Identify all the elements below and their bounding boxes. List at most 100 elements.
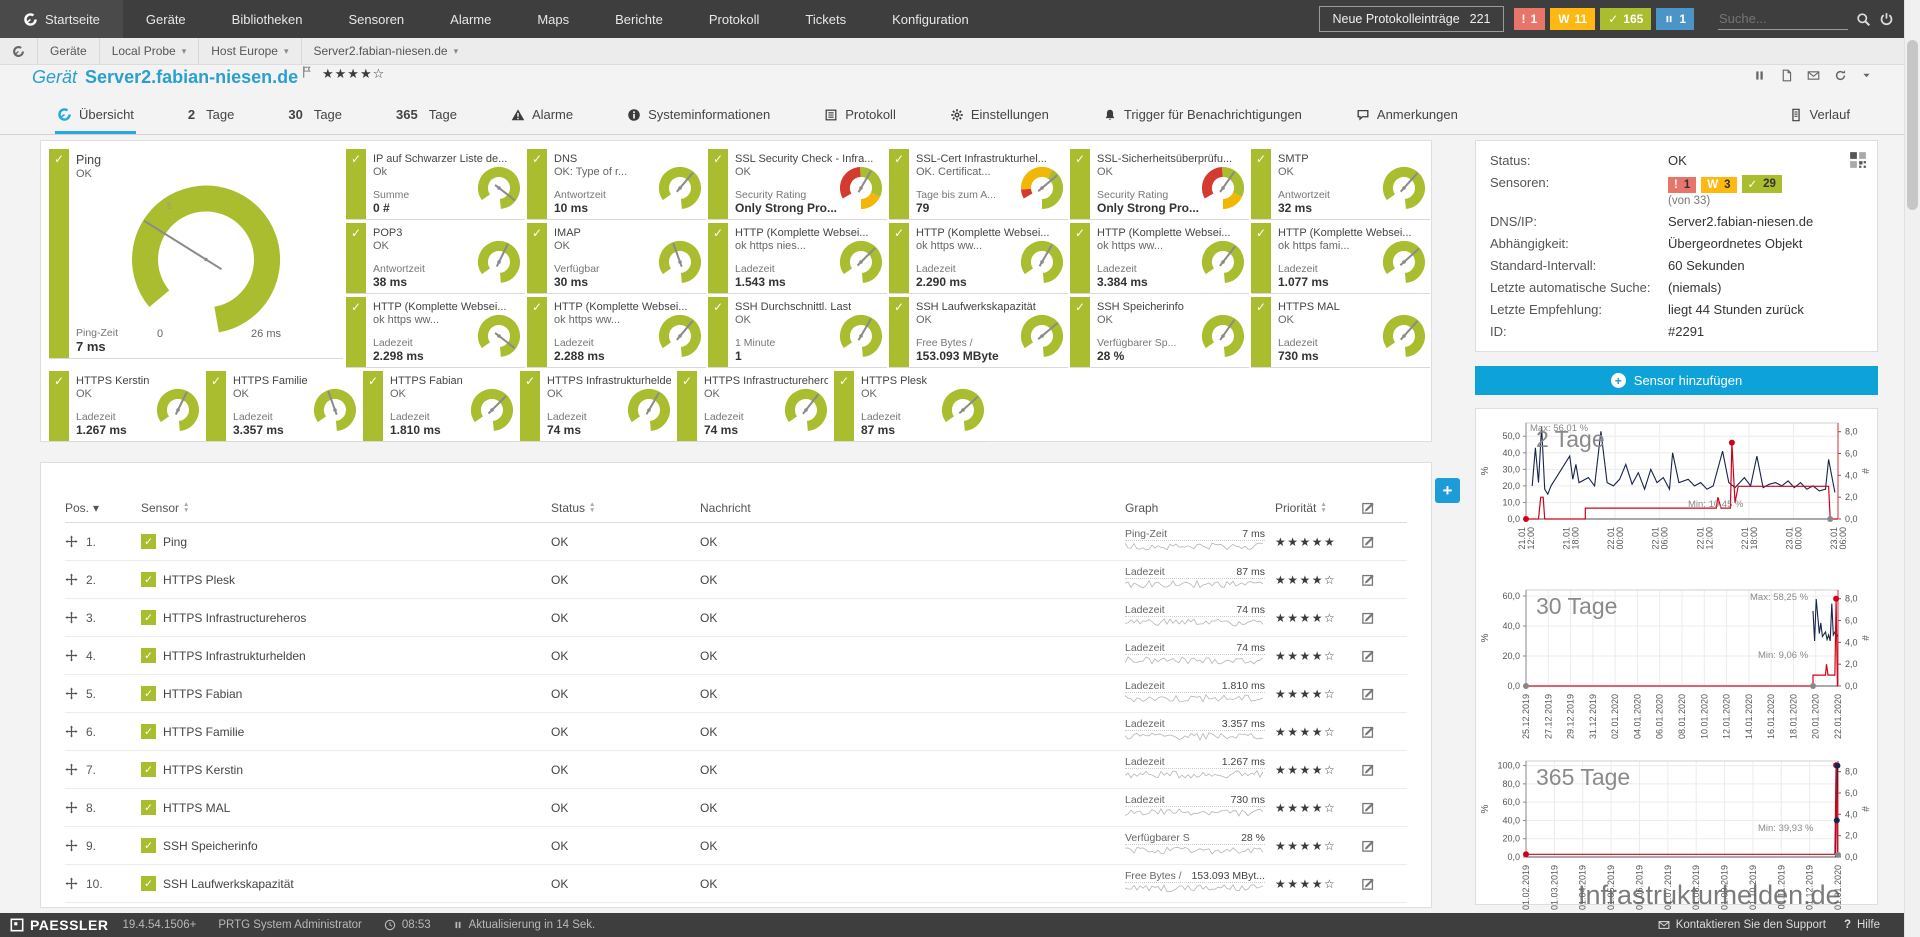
drag-handle-icon[interactable] — [65, 649, 78, 662]
sensor-tile-http-komplette-websei-[interactable]: ✓HTTP (Komplette Websei...ok https nies.… — [708, 223, 887, 294]
tab-protokoll[interactable]: Protokoll — [822, 98, 898, 134]
sensor-tile-ssh-laufwerkskapazit-t[interactable]: ✓SSH LaufwerkskapazitätOKFree Bytes /153… — [889, 297, 1068, 368]
sensor-name-cell[interactable]: ✓SSH Laufwerkskapazität — [141, 876, 551, 891]
sensor-name-cell[interactable]: ✓HTTPS Infrastrukturhelden — [141, 648, 551, 663]
sensor-tile-https-infrastrukturhelden[interactable]: ✓HTTPS InfrastrukturheldenOKLadezeit74 m… — [520, 371, 675, 442]
edit-row-button[interactable] — [1361, 572, 1407, 587]
nav-item-startseite[interactable]: Startseite — [0, 0, 123, 38]
table-row-https-familie[interactable]: 6.✓HTTPS FamilieOKOKLadezeit3.357 ms★★★★… — [65, 713, 1407, 751]
breadcrumb-item-1[interactable]: Local Probe▾ — [99, 38, 199, 64]
device-priority-stars[interactable]: ★★★★☆ — [322, 66, 385, 82]
sensor-name-cell[interactable]: ✓Ping — [141, 534, 551, 549]
sensor-count-badge[interactable]: W3 — [1701, 177, 1736, 193]
sensor-tile-https-mal[interactable]: ✓HTTPS MALOKLadezeit730 ms — [1251, 297, 1430, 368]
drag-handle-icon[interactable] — [65, 801, 78, 814]
status-badge-error[interactable]: !1 — [1514, 8, 1546, 30]
contact-support-link[interactable]: Kontaktieren Sie den Support — [1658, 919, 1826, 931]
sensor-tile-https-infrastructureheros[interactable]: ✓HTTPS InfrastructureherosOKLadezeit74 m… — [677, 371, 832, 442]
breadcrumb-item-2[interactable]: Host Europe▾ — [198, 38, 300, 64]
sensor-tile-ssl-cert-infrastrukturhel-[interactable]: ✓SSL-Cert Infrastrukturhel...OK. Certifi… — [889, 149, 1068, 220]
pause-refresh-icon[interactable] — [453, 920, 463, 930]
sensor-tile-ping[interactable]: ✓PingOK5026 msPing-Zeit7 ms — [49, 149, 343, 359]
tab-tage[interactable]: 365Tage — [394, 98, 459, 134]
sensor-tile-ip-auf-schwarzer-liste-de-[interactable]: ✓IP auf Schwarzer Liste de...OkSumme0 # — [346, 149, 525, 220]
tab-systeminformationen[interactable]: Systeminformationen — [625, 98, 772, 134]
table-row-ssh-speicherinfo[interactable]: 9.✓SSH SpeicherinfoOKOKVerfügbarer S28 %… — [65, 827, 1407, 865]
sensor-name-cell[interactable]: ✓HTTPS Familie — [141, 724, 551, 739]
refresh-icon[interactable] — [1834, 69, 1847, 82]
sensor-tile-http-komplette-websei-[interactable]: ✓HTTP (Komplette Websei...ok https ww...… — [889, 223, 1068, 294]
drag-handle-icon[interactable] — [65, 611, 78, 624]
page-scrollbar[interactable] — [1904, 0, 1920, 937]
mini-graph-30-tage[interactable]: 60,040,020,00,08,06,04,02,00,025.12.2019… — [1480, 582, 1873, 753]
col-status[interactable]: Status▲▼ — [551, 501, 700, 515]
sensor-tile-imap[interactable]: ✓IMAPOKVerfügbar30 ms — [527, 223, 706, 294]
edit-row-button[interactable] — [1361, 648, 1407, 663]
status-badge-warning[interactable]: W11 — [1550, 8, 1595, 30]
nav-item-alarme[interactable]: Alarme — [427, 0, 514, 38]
sensor-tile-http-komplette-websei-[interactable]: ✓HTTP (Komplette Websei...ok https ww...… — [1070, 223, 1249, 294]
sensor-tile-https-fabian[interactable]: ✓HTTPS FabianOKLadezeit1.810 ms — [363, 371, 518, 442]
table-row-https-kerstin[interactable]: 7.✓HTTPS KerstinOKOKLadezeit1.267 ms★★★★… — [65, 751, 1407, 789]
flag-icon[interactable] — [300, 65, 314, 79]
sensor-count-badge[interactable]: ✓29 — [1742, 175, 1782, 193]
breadcrumb-item-3[interactable]: Server2.fabian-niesen.de▾ — [301, 38, 471, 64]
add-sensor-button[interactable]: + Sensor hinzufügen — [1475, 366, 1878, 395]
drag-handle-icon[interactable] — [65, 763, 78, 776]
edit-row-button[interactable] — [1361, 724, 1407, 739]
search-input[interactable] — [1718, 8, 1848, 30]
sensor-tile-http-komplette-websei-[interactable]: ✓HTTP (Komplette Websei...ok https fami.… — [1251, 223, 1430, 294]
drag-handle-icon[interactable] — [65, 573, 78, 586]
drag-handle-icon[interactable] — [65, 725, 78, 738]
nav-item-protokoll[interactable]: Protokoll — [686, 0, 783, 38]
col-graph[interactable]: Graph — [1125, 501, 1275, 515]
sensor-tile-smtp[interactable]: ✓SMTPOKAntwortzeit32 ms — [1251, 149, 1430, 220]
col-priority[interactable]: Priorität▲▼ — [1275, 501, 1361, 515]
tab-einstellungen[interactable]: Einstellungen — [948, 98, 1051, 134]
nav-item-tickets[interactable]: Tickets — [782, 0, 869, 38]
tab-alarme[interactable]: Alarme — [509, 98, 575, 134]
table-row-https-fabian[interactable]: 5.✓HTTPS FabianOKOKLadezeit1.810 ms★★★★☆ — [65, 675, 1407, 713]
sensor-tile-http-komplette-websei-[interactable]: ✓HTTP (Komplette Websei...ok https ww...… — [346, 297, 525, 368]
edit-row-button[interactable] — [1361, 762, 1407, 777]
edit-row-button[interactable] — [1361, 610, 1407, 625]
col-sensor[interactable]: Sensor▲▼ — [141, 501, 551, 515]
nav-item-sensoren[interactable]: Sensoren — [326, 0, 428, 38]
sensor-tile-https-kerstin[interactable]: ✓HTTPS KerstinOKLadezeit1.267 ms — [49, 371, 204, 442]
edit-row-button[interactable] — [1361, 686, 1407, 701]
nav-item-maps[interactable]: Maps — [514, 0, 592, 38]
edit-row-button[interactable] — [1361, 838, 1407, 853]
new-log-entries-button[interactable]: Neue Protokolleinträge 221 — [1319, 6, 1503, 32]
help-link[interactable]: ? Hilfe — [1844, 919, 1880, 931]
sensor-tile-ssh-durchschnittl-last[interactable]: ✓SSH Durchschnittl. LastOK1 Minute1 — [708, 297, 887, 368]
home-icon[interactable] — [0, 45, 37, 58]
scrollbar-thumb[interactable] — [1907, 40, 1918, 210]
sensor-name-cell[interactable]: ✓HTTPS Fabian — [141, 686, 551, 701]
sensor-name-cell[interactable]: ✓HTTPS Infrastructureheros — [141, 610, 551, 625]
mini-graph-365-tage[interactable]: 100,080,060,040,020,00,08,06,04,02,00,00… — [1480, 753, 1873, 924]
more-dropdown-icon[interactable] — [1861, 69, 1872, 82]
sensor-count-badge[interactable]: !1 — [1668, 177, 1696, 193]
tab-trigger-für-benachrichtigungen[interactable]: Trigger für Benachrichtigungen — [1101, 98, 1304, 134]
edit-row-button[interactable] — [1361, 876, 1407, 891]
edit-column-header[interactable] — [1361, 500, 1407, 515]
edit-row-button[interactable] — [1361, 800, 1407, 815]
nav-item-bibliotheken[interactable]: Bibliotheken — [209, 0, 326, 38]
nav-item-geräte[interactable]: Geräte — [123, 0, 209, 38]
mail-icon[interactable] — [1807, 69, 1820, 82]
breadcrumb-item-0[interactable]: Geräte — [37, 38, 99, 64]
sensor-tile-https-familie[interactable]: ✓HTTPS FamilieOKLadezeit3.357 ms — [206, 371, 361, 442]
drag-handle-icon[interactable] — [65, 839, 78, 852]
sensor-name-cell[interactable]: ✓SSH Speicherinfo — [141, 838, 551, 853]
search-icon[interactable] — [1856, 12, 1871, 27]
table-row-https-mal[interactable]: 8.✓HTTPS MALOKOKLadezeit730 ms★★★★☆ — [65, 789, 1407, 827]
sensor-tile-http-komplette-websei-[interactable]: ✓HTTP (Komplette Websei...ok https ww...… — [527, 297, 706, 368]
sensor-tile-ssl-security-check-infra-[interactable]: ✓SSL Security Check - Infra...OKSecurity… — [708, 149, 887, 220]
sensor-name-cell[interactable]: ✓HTTPS Plesk — [141, 572, 551, 587]
table-row-ssh-laufwerkskapazit-t[interactable]: 10.✓SSH LaufwerkskapazitätOKOKFree Bytes… — [65, 865, 1407, 903]
sensor-name-cell[interactable]: ✓HTTPS MAL — [141, 800, 551, 815]
sensor-tile-ssl-sicherheits-berpr-fu-[interactable]: ✓SSL-Sicherheitsüberprüfu...OKSecurity R… — [1070, 149, 1249, 220]
device-name[interactable]: Server2.fabian-niesen.de — [85, 67, 298, 88]
tab-verlauf[interactable]: Verlauf — [1787, 98, 1852, 134]
pause-icon[interactable] — [1753, 69, 1766, 82]
